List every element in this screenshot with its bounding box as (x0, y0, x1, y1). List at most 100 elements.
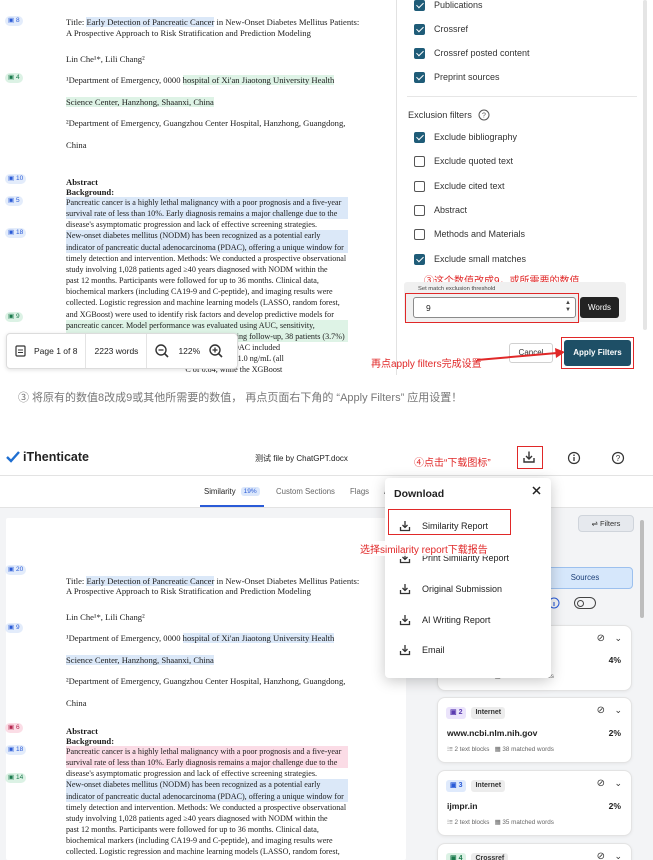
info-icon[interactable] (567, 451, 581, 465)
filter-crossref-posted[interactable]: Crossref posted content (414, 46, 530, 60)
filter-crossref[interactable]: Crossref (414, 22, 468, 36)
checkbox-label: Crossref (434, 24, 469, 34)
close-icon[interactable] (531, 485, 542, 496)
report-tabs: Similarity 19% Custom Sections Flags A (0, 476, 653, 508)
help-icon[interactable]: ? (611, 451, 625, 465)
doc-affiliation-2: ²Department of Emergency, Guangzhou Cent… (66, 118, 346, 128)
source-name[interactable]: www.ncbi.nlm.nih.gov (447, 728, 537, 738)
exclude-icon[interactable]: ⊘ (597, 633, 605, 644)
zoom-out-icon[interactable] (151, 340, 173, 362)
abstract-line: biochemical markers (including CA19-9 an… (66, 287, 333, 297)
doc-affiliation-2b: China (66, 698, 87, 708)
match-chip[interactable]: ▣ 8 (5, 16, 23, 26)
toggle-switch[interactable] (574, 597, 596, 609)
source-tags: ▣ 4 Crossref (446, 853, 509, 860)
source-card[interactable]: ▣ 3 Internet ⊘ ⌄ ijmpr.in 2% ⁝≡ 2 text b… (437, 770, 632, 836)
source-percent: 2% (608, 728, 621, 738)
annotation-apply: 再点apply filters完成设置 (371, 359, 482, 370)
annotation-step4: ④点击“下载图标” (414, 458, 491, 469)
zoom-in-icon[interactable] (205, 340, 227, 362)
menu-ai-writing-report[interactable]: AI Writing Report (399, 614, 490, 626)
exclude-icon[interactable]: ⊘ (597, 705, 605, 716)
doc-authors: Lin Che¹*, Lili Chang² (66, 54, 145, 64)
checkbox[interactable] (414, 71, 425, 83)
abstract-line: Pancreatic cancer is a highly lethal mal… (66, 746, 348, 758)
doc-title-line2: A Prospective Approach to Risk Stratific… (66, 28, 311, 38)
chevron-down-icon[interactable]: ⌄ (614, 778, 622, 789)
similarity-badge: 19% (240, 487, 260, 496)
checkbox[interactable] (414, 253, 425, 265)
menu-item-label: Email (422, 645, 445, 655)
match-chip[interactable]: ▣ 18 (5, 228, 27, 238)
tab-similarity[interactable]: Similarity 19% (204, 487, 260, 496)
checkbox-label: Abstract (434, 205, 468, 215)
filter-exclude-bibliography[interactable]: Exclude bibliography (414, 130, 517, 144)
checkbox[interactable] (414, 204, 425, 216)
chevron-down-icon[interactable]: ⌄ (614, 633, 622, 644)
brand-name: iThenticate (23, 450, 89, 464)
checkbox[interactable] (414, 228, 425, 240)
doc-authors: Lin Che¹*, Lili Chang² (66, 612, 145, 622)
sources-toggle[interactable]: Sources (537, 567, 633, 589)
filter-methods[interactable]: Methods and Materials (414, 227, 525, 241)
match-chip[interactable]: ▣ 20 (5, 565, 27, 575)
page-indicator[interactable]: Page 1 of 8 (7, 334, 87, 368)
filter-exclude-quoted[interactable]: Exclude quoted text (414, 154, 513, 168)
abstract-line: study involving 1,028 patients aged ≥40 … (66, 264, 328, 274)
checkbox[interactable] (414, 180, 425, 192)
menu-email[interactable]: Email (399, 644, 445, 656)
match-chip[interactable]: ▣ 18 (5, 745, 27, 755)
abstract-line: New-onset diabetes mellitus (NODM) has b… (66, 230, 348, 242)
source-card[interactable]: ▣ 4 Crossref ⊘ ⌄ (437, 843, 632, 860)
checkbox[interactable] (414, 0, 425, 11)
source-name[interactable]: ijmpr.in (447, 801, 478, 811)
download-menu-title: Download (394, 488, 445, 500)
filter-preprint[interactable]: Preprint sources (414, 70, 500, 84)
doc-affiliation-1b: Science Center, Hanzhong, Shaanxi, China (66, 655, 214, 665)
abstract-line: disease's asymptomatic progression and l… (66, 220, 318, 230)
match-chip[interactable]: ▣ 14 (5, 773, 27, 783)
menu-original-submission[interactable]: Original Submission (399, 583, 502, 595)
tab-custom-sections[interactable]: Custom Sections (276, 487, 335, 496)
chevron-down-icon[interactable]: ⌄ (614, 851, 622, 860)
exclude-icon[interactable]: ⊘ (597, 851, 605, 860)
checkbox[interactable] (414, 155, 425, 167)
match-chip[interactable]: ▣ 4 (5, 73, 23, 83)
checkbox-label: Publications (434, 0, 483, 10)
doc-affiliation-1: ¹Department of Emergency, 0000 hospital … (66, 633, 335, 643)
match-chip[interactable]: ▣ 10 (5, 174, 27, 184)
checkbox[interactable] (414, 47, 425, 59)
checkbox[interactable] (414, 131, 425, 143)
abstract-line: study involving 1,028 patients aged ≥40 … (66, 813, 328, 823)
source-card[interactable]: ▣ 2 Internet ⊘ ⌄ www.ncbi.nlm.nih.gov 2%… (437, 697, 632, 763)
match-chip[interactable]: ▣ 9 (5, 623, 23, 633)
match-chip[interactable]: ▣ 9 (5, 312, 23, 322)
tab-active-indicator (200, 505, 264, 507)
exclude-icon[interactable]: ⊘ (597, 778, 605, 789)
filter-publications[interactable]: Publications (414, 0, 483, 12)
file-title: 测试 file by ChatGPT.docx (255, 454, 348, 463)
filter-abstract[interactable]: Abstract (414, 203, 467, 217)
words-unit-button[interactable]: Words (580, 297, 619, 318)
match-chip[interactable]: ▣ 5 (5, 196, 23, 206)
help-icon[interactable]: ? (478, 109, 490, 121)
filters-label: Filters (599, 519, 621, 528)
filters-button[interactable]: ⇌ Filters (578, 515, 634, 532)
abstract-line: timely detection and intervention. Metho… (66, 253, 347, 263)
doc-affiliation-2: ²Department of Emergency, Guangzhou Cent… (66, 676, 346, 686)
text-blocks: 2 text blocks (454, 819, 490, 826)
abstract-line: indicator of pancreatic ductal adenocarc… (66, 241, 348, 253)
tab-flags[interactable]: Flags (350, 487, 369, 496)
step-caption: ③ 将原有的数值8改成9或其他所需要的数值， 再点页面右下角的 “Apply F… (18, 392, 463, 404)
checkbox[interactable] (414, 23, 425, 35)
document-viewer: ▣ 8 Title: Early Detection of Pancreatic… (0, 0, 397, 375)
sidebar-scrollbar[interactable] (640, 520, 644, 618)
brand-logo[interactable]: iThenticate (6, 450, 89, 464)
filter-exclude-cited[interactable]: Exclude cited text (414, 179, 505, 193)
filter-exclude-small[interactable]: Exclude small matches (414, 252, 526, 266)
abstract-line: past 12 months. Participants were follow… (66, 825, 319, 835)
filters-scrollbar[interactable] (643, 0, 647, 330)
download-menu: Download Similarity Report Print Similar… (385, 478, 551, 678)
chevron-down-icon[interactable]: ⌄ (614, 705, 622, 716)
match-chip[interactable]: ▣ 6 (5, 723, 23, 733)
